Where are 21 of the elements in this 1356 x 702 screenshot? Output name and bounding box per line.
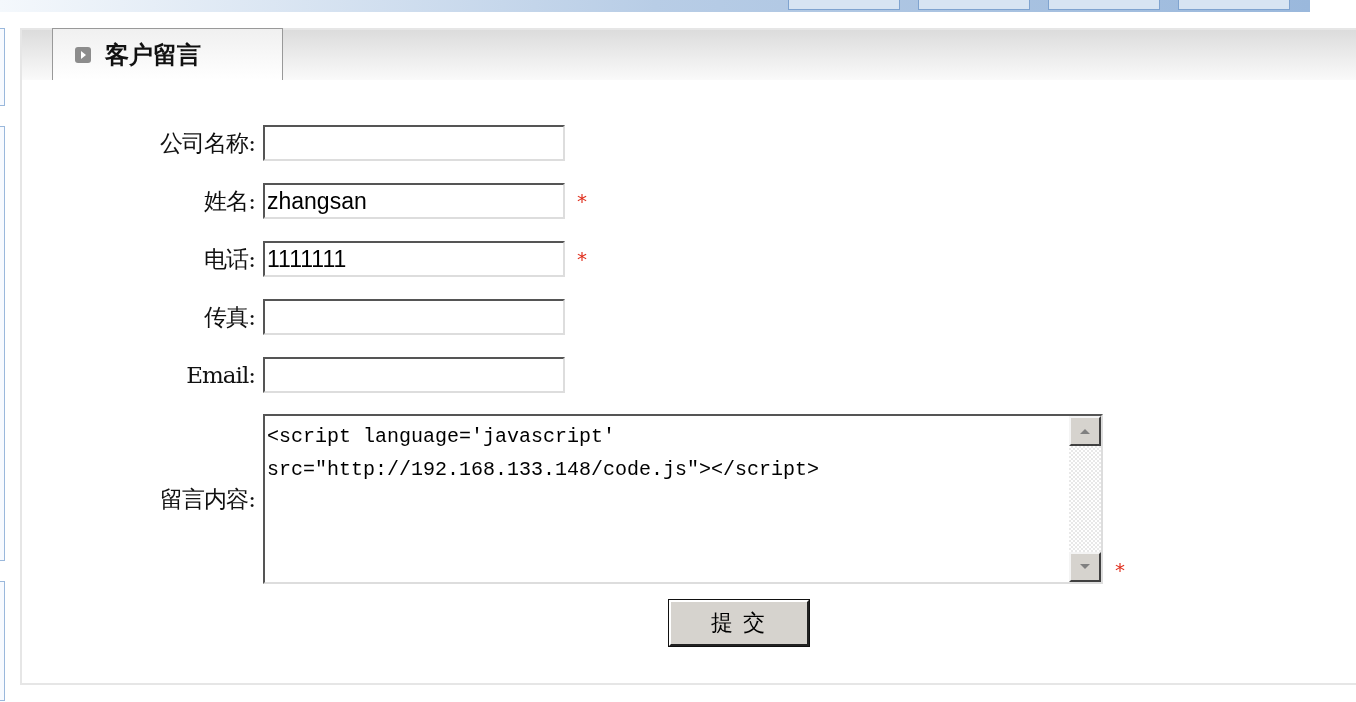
nav-tab[interactable]: [1048, 0, 1160, 10]
field-label: 留言内容:: [159, 484, 256, 514]
text-input[interactable]: [263, 125, 565, 161]
nav-tab[interactable]: [788, 0, 900, 10]
text-input[interactable]: [263, 357, 565, 393]
field-label: Email:: [185, 362, 256, 388]
nav-tab[interactable]: [918, 0, 1030, 10]
panel-tab[interactable]: 客户留言: [52, 28, 283, 80]
text-input[interactable]: [263, 299, 565, 335]
nav-tab[interactable]: [1178, 0, 1290, 10]
required-mark: *: [1115, 558, 1125, 582]
text-input[interactable]: 1111111: [263, 241, 565, 277]
field-label: 电话:: [203, 244, 256, 274]
required-mark: *: [577, 247, 587, 271]
required-mark: *: [577, 189, 587, 213]
field-label: 姓名:: [203, 186, 256, 216]
field-label: 公司名称:: [159, 128, 256, 158]
text-input[interactable]: zhangsan: [263, 183, 565, 219]
submit-button[interactable]: 提 交: [669, 600, 809, 646]
field-label: 传真:: [203, 302, 256, 332]
play-icon: [75, 46, 91, 63]
